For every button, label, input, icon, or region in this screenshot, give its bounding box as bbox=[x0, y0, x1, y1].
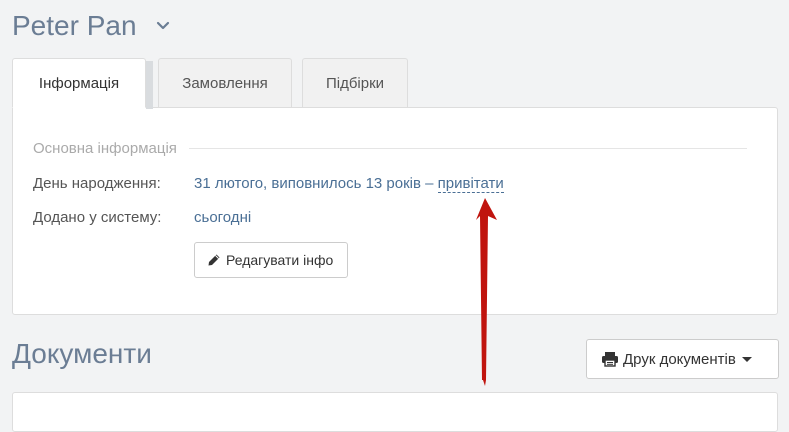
tab-label: Інформація bbox=[38, 74, 120, 92]
edit-info-button[interactable]: Редагувати інфо bbox=[194, 242, 349, 278]
caret-down-icon bbox=[741, 356, 752, 362]
section-divider bbox=[188, 148, 747, 149]
added-value: сьогодні bbox=[194, 209, 252, 226]
tab-orders[interactable]: Замовлення bbox=[158, 58, 292, 108]
tab-label: Підбірки bbox=[325, 75, 385, 92]
print-documents-button[interactable]: Друк документів bbox=[586, 339, 779, 379]
tab-bar: Інформація Замовлення Підбірки bbox=[12, 58, 418, 109]
birthday-value: 31 лютого, виповнилось 13 років – привіт… bbox=[194, 175, 504, 193]
tab-information[interactable]: Інформація bbox=[12, 58, 153, 109]
info-panel: Основна інформація День народження: 31 л… bbox=[12, 107, 778, 315]
birthday-text: 31 лютого, виповнилось 13 років – bbox=[194, 175, 438, 192]
added-label: Додано у систему: bbox=[33, 209, 162, 226]
chevron-down-icon[interactable] bbox=[155, 18, 171, 34]
pencil-icon bbox=[207, 253, 221, 267]
birthday-row: День народження: 31 лютого, виповнилось … bbox=[33, 175, 504, 193]
documents-title: Документи bbox=[12, 338, 152, 369]
documents-panel bbox=[12, 392, 778, 432]
page-header: Peter Pan bbox=[12, 6, 171, 46]
tab-collections[interactable]: Підбірки bbox=[302, 58, 408, 108]
edit-info-label: Редагувати інфо bbox=[226, 252, 334, 268]
added-row: Додано у систему: сьогодні bbox=[33, 209, 251, 226]
section-title: Основна інформація bbox=[33, 140, 177, 157]
greet-link[interactable]: привітати bbox=[437, 175, 504, 193]
page-title: Peter Pan bbox=[12, 10, 137, 41]
section-header: Основна інформація bbox=[33, 140, 747, 157]
print-documents-label: Друк документів bbox=[623, 350, 736, 368]
birthday-label: День народження: bbox=[33, 175, 161, 192]
tab-label: Замовлення bbox=[182, 75, 268, 92]
printer-icon bbox=[601, 351, 619, 367]
